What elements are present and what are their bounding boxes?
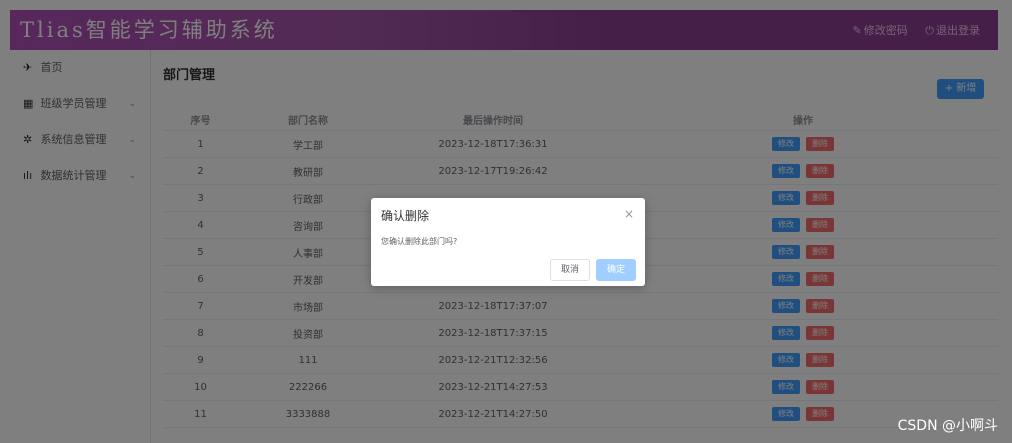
cancel-button[interactable]: 取消 — [550, 259, 590, 281]
dialog-message: 您确认删除此部门吗? — [381, 237, 458, 246]
close-icon[interactable]: × — [624, 207, 634, 221]
confirm-button[interactable]: 确定 — [596, 259, 636, 281]
confirm-delete-dialog: 确认删除 × 您确认删除此部门吗? 取消 确定 — [371, 198, 645, 286]
dialog-title: 确认删除 — [381, 209, 430, 223]
watermark: CSDN @小啊斗 — [897, 418, 998, 434]
